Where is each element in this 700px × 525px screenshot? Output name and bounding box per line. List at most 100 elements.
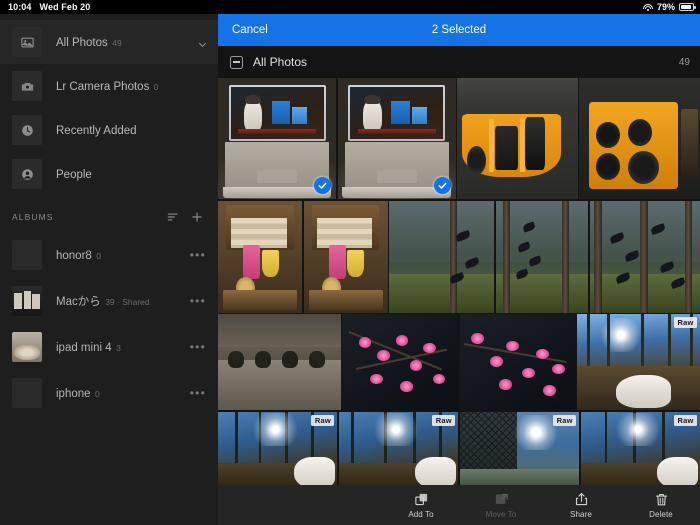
status-date: Wed Feb 20 — [39, 2, 91, 12]
photo-birds-flying-2[interactable] — [495, 200, 589, 313]
sidebar-item-lr-camera-photos[interactable]: Lr Camera Photos 0 — [0, 64, 218, 108]
sidebar: All Photos 49 Lr Camera Photos 0 Recentl… — [0, 14, 218, 525]
photo-thumbnail — [342, 314, 459, 410]
photo-birds-flying-3[interactable] — [589, 200, 700, 313]
sidebar-item-lr-camera-photos-text: Lr Camera Photos 0 — [56, 77, 208, 95]
sidebar-item-count: 49 — [112, 38, 122, 48]
photo-thumbnail — [303, 200, 388, 313]
album-thumb-art — [12, 378, 42, 408]
photo-grid-row — [218, 200, 700, 313]
cancel-button[interactable]: Cancel — [232, 24, 268, 36]
raw-badge: Raw — [553, 414, 577, 426]
more-options-icon[interactable]: ••• — [186, 387, 210, 399]
album-thumbnail — [12, 240, 42, 270]
move-to-button[interactable]: Move To — [478, 492, 524, 519]
main-content: Cancel 2 Selected All Photos 49 Raw Raw … — [218, 14, 700, 525]
photo-grid[interactable]: Raw Raw Raw Raw Raw — [218, 78, 700, 485]
raw-badge: Raw — [673, 317, 697, 328]
checkmark-icon — [433, 177, 451, 194]
albums-list: honor8 0 ••• Macから 39 · Shared ••• ipad … — [0, 232, 218, 416]
status-time: 10:04 — [8, 2, 32, 12]
add-to-label: Add To — [408, 509, 434, 519]
photo-laptop-cat-2[interactable] — [337, 78, 456, 199]
selected-count-label: 2 Selected — [431, 24, 487, 36]
photo-forest-cat-raw[interactable]: Raw — [577, 314, 700, 410]
photo-thumbnail — [218, 314, 341, 410]
album-title: ipad mini 4 — [56, 342, 112, 354]
add-to-button[interactable]: Add To — [398, 492, 444, 519]
more-options-icon[interactable]: ••• — [186, 249, 210, 261]
sidebar-item-count: 0 — [153, 82, 159, 92]
more-options-icon[interactable]: ••• — [186, 341, 210, 353]
album-thumb-art — [12, 286, 42, 316]
status-bar-left: 10:04 Wed Feb 20 — [8, 2, 90, 12]
sidebar-item-label: People — [56, 169, 92, 181]
sidebar-item-people[interactable]: People — [0, 152, 218, 196]
album-subtitle: 0 — [95, 389, 100, 399]
person-icon — [12, 159, 42, 189]
raw-badge: Raw — [673, 414, 697, 426]
album-item-mac-kara[interactable]: Macから 39 · Shared ••• — [0, 278, 218, 324]
photo-sky-trees-raw-1[interactable]: Raw — [218, 411, 338, 485]
photo-camera-bag-lenses[interactable] — [579, 78, 700, 199]
plus-icon[interactable] — [188, 208, 206, 226]
photo-grid-row: Raw — [218, 314, 700, 410]
photo-plum-blossoms-1[interactable] — [342, 314, 459, 410]
photo-birds-flying-1[interactable] — [389, 200, 495, 313]
selection-top-bar: Cancel 2 Selected — [218, 14, 700, 46]
photo-fence-sun-raw[interactable]: Raw — [459, 411, 580, 485]
section-photo-count: 49 — [678, 56, 690, 68]
photo-thumbnail — [589, 200, 700, 313]
albums-section-header: ALBUMS — [0, 202, 218, 232]
album-subtitle: 3 — [116, 343, 121, 353]
album-thumbnail — [12, 378, 42, 408]
photo-sky-trees-raw-2[interactable]: Raw — [338, 411, 459, 485]
album-item-honor8[interactable]: honor8 0 ••• — [0, 232, 218, 278]
move-to-icon — [494, 492, 509, 507]
app-body: All Photos 49 Lr Camera Photos 0 Recentl… — [0, 14, 700, 525]
sidebar-item-all-photos-text: All Photos 49 — [56, 33, 197, 51]
sidebar-item-people-text: People — [56, 165, 208, 183]
chevron-down-icon[interactable] — [197, 37, 208, 48]
collapse-minus-icon[interactable] — [230, 55, 243, 69]
photo-plum-blossoms-2[interactable] — [459, 314, 576, 410]
album-item-text: ipad mini 4 3 — [56, 338, 186, 356]
battery-percent-label: 79% — [656, 2, 675, 12]
album-title: iphone — [56, 388, 91, 400]
photo-laptop-cat-1[interactable] — [218, 78, 337, 199]
sidebar-item-label: All Photos — [56, 37, 108, 49]
status-bar: 10:04 Wed Feb 20 79% — [0, 0, 700, 14]
photo-thumbnail — [389, 200, 495, 313]
sidebar-item-label: Lr Camera Photos — [56, 81, 150, 93]
section-header-all-photos: All Photos 49 — [218, 46, 700, 78]
album-thumb-art — [12, 240, 42, 270]
albums-label: ALBUMS — [12, 212, 54, 222]
lightroom-app-window: 10:04 Wed Feb 20 79% All Photos 49 Lr Ca… — [0, 0, 700, 525]
photo-icon — [12, 27, 42, 57]
move-to-label: Move To — [485, 509, 517, 519]
camera-icon — [12, 71, 42, 101]
photo-thumbnail — [579, 78, 700, 199]
photo-suitcase-hats-2[interactable] — [303, 200, 388, 313]
sort-icon[interactable] — [164, 208, 182, 226]
photo-suitcase-hats-1[interactable] — [218, 200, 303, 313]
photo-sky-cat-raw[interactable]: Raw — [580, 411, 700, 485]
sidebar-item-recently-added-text: Recently Added — [56, 121, 208, 139]
sidebar-item-recently-added[interactable]: Recently Added — [0, 108, 218, 152]
photo-grid-row — [218, 78, 700, 199]
album-item-text: Macから 39 · Shared — [56, 292, 186, 310]
photo-ducks-walking[interactable] — [218, 314, 341, 410]
wifi-icon — [642, 3, 653, 11]
share-button[interactable]: Share — [558, 492, 604, 519]
photo-thumbnail — [457, 78, 578, 199]
raw-badge: Raw — [432, 414, 456, 426]
page-title: All Photos — [253, 55, 308, 69]
album-item-ipad-mini-4[interactable]: ipad mini 4 3 ••• — [0, 324, 218, 370]
share-label: Share — [570, 509, 592, 519]
delete-button[interactable]: Delete — [638, 492, 684, 519]
clock-icon — [12, 115, 42, 145]
sidebar-item-all-photos[interactable]: All Photos 49 — [0, 20, 218, 64]
album-item-iphone[interactable]: iphone 0 ••• — [0, 370, 218, 416]
more-options-icon[interactable]: ••• — [186, 295, 210, 307]
photo-camera-bag-open[interactable] — [457, 78, 578, 199]
